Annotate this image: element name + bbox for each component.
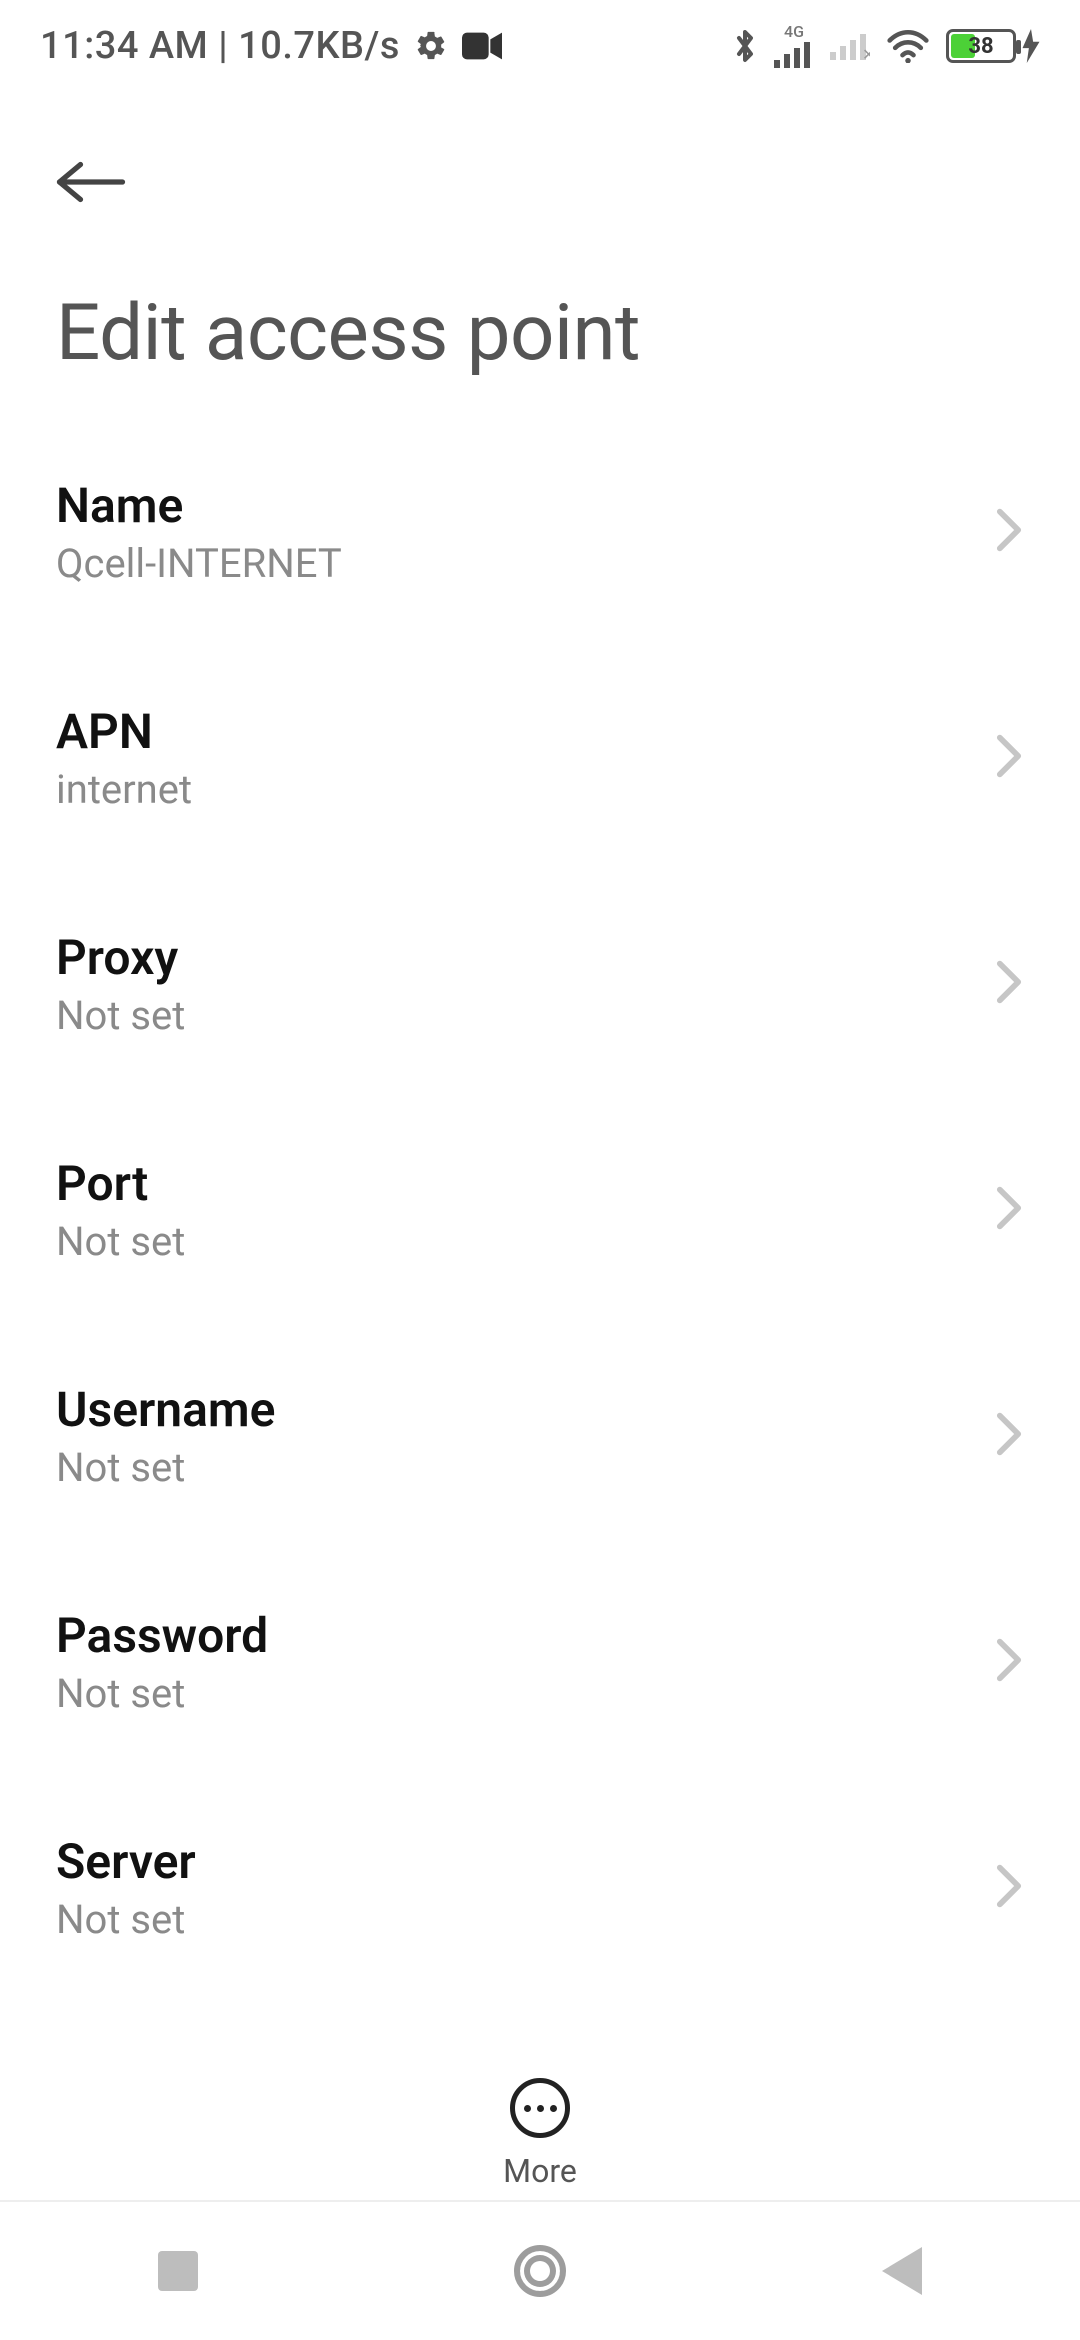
signal-4g-icon: 4G [774,24,814,68]
system-nav-bar [0,2200,1080,2340]
row-title: Port [56,1155,185,1212]
row-value: Qcell-INTERNET [56,540,342,587]
row-title: Username [56,1381,275,1438]
settings-list: Name Qcell-INTERNET APN internet Proxy N… [0,419,1080,2340]
row-title: Name [56,477,342,534]
gear-icon [414,29,448,63]
status-network-speed: 10.7KB/s [238,24,400,68]
more-button[interactable] [510,2078,570,2138]
row-value: Not set [56,1896,196,1943]
row-title: Proxy [56,929,185,986]
row-value: Not set [56,992,185,1039]
back-button[interactable] [56,146,128,218]
video-camera-icon [462,32,502,60]
row-apn[interactable]: APN internet [56,645,1024,871]
chevron-right-icon [994,1185,1024,1235]
chevron-right-icon [994,507,1024,557]
row-server[interactable]: Server Not set [56,1775,1024,2001]
row-password[interactable]: Password Not set [56,1549,1024,1775]
status-left: 11:34 AM | 10.7KB/s [40,24,502,68]
page-title: Edit access point [56,288,1024,379]
row-value: Not set [56,1444,275,1491]
row-name[interactable]: Name Qcell-INTERNET [56,419,1024,645]
row-value: Not set [56,1218,185,1265]
more-label: More [503,2152,577,2190]
nav-home-button[interactable] [514,2245,566,2297]
status-time-network: 11:34 AM | 10.7KB/s [40,24,400,68]
row-value: internet [56,766,192,813]
wifi-icon [886,29,930,63]
row-username[interactable]: Username Not set [56,1323,1024,1549]
nav-recents-button[interactable] [158,2251,198,2291]
row-value: Not set [56,1670,268,1717]
status-bar: 11:34 AM | 10.7KB/s 4G ✕ 38 [0,0,1080,86]
bottom-action-bar: More [0,2054,1080,2190]
header: Edit access point [0,86,1080,419]
bluetooth-icon [732,26,758,66]
chevron-right-icon [994,1411,1024,1461]
nav-back-button[interactable] [882,2247,922,2295]
row-port[interactable]: Port Not set [56,1097,1024,1323]
arrow-left-icon [56,157,126,207]
chevron-right-icon [994,1863,1024,1913]
chevron-right-icon [994,959,1024,1009]
row-title: Server [56,1833,196,1890]
chevron-right-icon [994,733,1024,783]
battery-icon: 38 [946,29,1040,63]
row-title: APN [56,703,192,760]
battery-percent: 38 [949,34,1013,59]
signal-no-sim-icon: ✕ [830,32,870,60]
charging-icon [1022,29,1040,63]
status-right: 4G ✕ 38 [732,24,1040,68]
chevron-right-icon [994,1637,1024,1687]
status-time: 11:34 AM [40,24,208,68]
row-proxy[interactable]: Proxy Not set [56,871,1024,1097]
more-dots-icon [524,2105,531,2112]
row-title: Password [56,1607,268,1664]
svg-text:✕: ✕ [862,45,870,60]
